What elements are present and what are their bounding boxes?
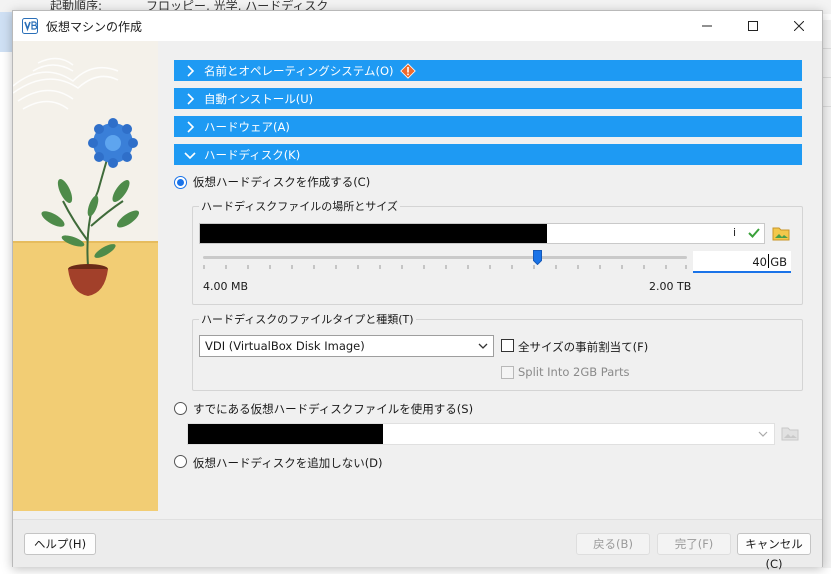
preallocate-label[interactable]: 全サイズの事前割当て(F)	[518, 339, 648, 355]
folder-browse-icon[interactable]	[772, 225, 790, 241]
no-disk-label[interactable]: 仮想ハードディスクを追加しない(D)	[193, 455, 383, 471]
warning-icon	[399, 62, 416, 79]
maximize-button[interactable]	[730, 11, 776, 41]
slider-max-label: 2.00 TB	[649, 280, 692, 293]
chevron-right-icon	[187, 64, 195, 77]
section-hardware[interactable]: ハードウェア(A)	[174, 116, 802, 137]
window-title: 仮想マシンの作成	[46, 20, 143, 34]
disk-size-input[interactable]: 40 GB	[693, 251, 791, 273]
slider-min-label: 4.00 MB	[203, 280, 249, 293]
split-checkbox[interactable]	[501, 366, 514, 379]
split-label: Split Into 2GB Parts	[518, 365, 630, 379]
finish-button[interactable]: 完了(F)	[657, 533, 731, 555]
redacted-existing-path	[188, 424, 383, 444]
file-type-select[interactable]: VDI (VirtualBox Disk Image)	[199, 335, 494, 357]
help-button[interactable]: ヘルプ(H)	[24, 533, 96, 555]
section-unattended-install[interactable]: 自動インストール(U)	[174, 88, 802, 109]
text-caret	[768, 254, 769, 268]
section-name-and-os[interactable]: 名前とオペレーティングシステム(O)	[174, 60, 802, 81]
redacted-path	[200, 224, 547, 243]
disk-size-slider-thumb[interactable]	[533, 250, 542, 265]
disk-size-slider-track[interactable]	[203, 256, 687, 259]
section-unattended-install-label: 自動インストール(U)	[204, 91, 314, 106]
chevron-right-icon	[187, 120, 195, 133]
preallocate-checkbox[interactable]	[501, 339, 514, 352]
existing-disk-radio[interactable]	[174, 402, 187, 415]
chevron-right-icon	[187, 92, 195, 105]
disk-path-suffix: i	[733, 226, 737, 239]
section-hard-disk-label: ハードディスク(K)	[204, 147, 301, 162]
maximize-icon	[748, 21, 758, 31]
section-hardware-label: ハードウェア(A)	[204, 119, 290, 134]
create-disk-label[interactable]: 仮想ハードディスクを作成する(C)	[193, 174, 370, 190]
existing-disk-label[interactable]: すでにある仮想ハードディスクファイルを使用する(S)	[193, 401, 473, 417]
virtualbox-icon	[22, 18, 38, 34]
file-type-value: VDI (VirtualBox Disk Image)	[205, 339, 365, 353]
chevron-down-icon	[478, 343, 488, 349]
close-button[interactable]	[776, 11, 822, 41]
close-icon	[794, 21, 804, 31]
cancel-button[interactable]: キャンセル(C)	[737, 533, 811, 571]
dialog-footer: ヘルプ(H) 戻る(B) 完了(F) キャンセル(C)	[13, 519, 822, 571]
disk-path-input[interactable]: i	[199, 223, 765, 244]
section-name-and-os-label: 名前とオペレーティングシステム(O)	[204, 63, 394, 78]
valid-check-icon	[748, 228, 760, 238]
chevron-down-icon	[184, 151, 196, 159]
no-disk-radio[interactable]	[174, 455, 187, 468]
create-vm-dialog: 仮想マシンの作成 名前とオペレーティングシステム(O) 自動インストール(U) …	[12, 10, 823, 571]
wizard-illustration	[13, 41, 158, 511]
location-size-group-title: ハードディスクファイルの場所とサイズ	[199, 198, 400, 214]
file-type-group-title: ハードディスクのファイルタイプと種類(T)	[199, 311, 416, 327]
chevron-down-icon	[758, 431, 768, 437]
blue-flower	[88, 118, 138, 168]
disk-size-slider-ticks	[203, 265, 687, 269]
existing-disk-select[interactable]	[187, 423, 775, 445]
minimize-icon	[702, 25, 712, 27]
back-button[interactable]: 戻る(B)	[576, 533, 650, 555]
title-bar[interactable]: 仮想マシンの作成	[13, 11, 822, 41]
section-hard-disk[interactable]: ハードディスク(K)	[174, 144, 802, 165]
minimize-button[interactable]	[684, 11, 730, 41]
disk-size-unit: GB	[770, 255, 787, 269]
disk-size-value: 40	[752, 255, 767, 269]
create-disk-radio[interactable]	[174, 176, 187, 189]
folder-browse-disabled-icon[interactable]	[781, 425, 799, 441]
